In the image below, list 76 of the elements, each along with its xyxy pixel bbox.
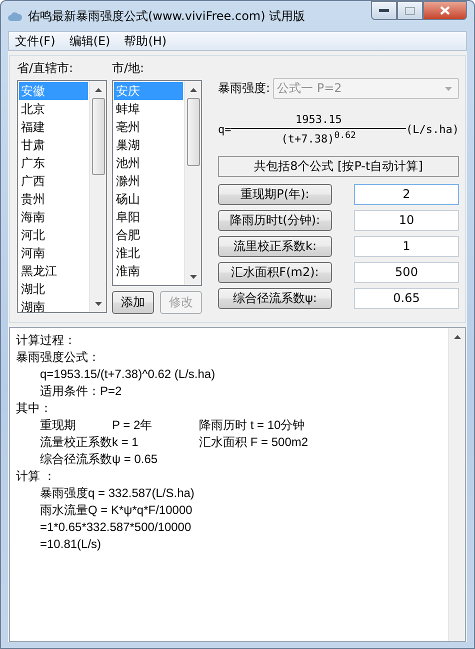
result-text: 流量校正系数k = 1 — [40, 434, 140, 451]
cloud-icon — [8, 11, 22, 21]
scrollbar[interactable] — [184, 81, 201, 285]
list-item[interactable]: 亳州 — [114, 118, 183, 136]
scroll-up-icon[interactable] — [190, 88, 196, 92]
result-text: 汇水面积 F = 500m2 — [199, 434, 310, 451]
formula-count-button[interactable]: 共包括8个公式 [按P-t自动计算] — [218, 156, 459, 177]
parameter-button[interactable]: 流里校正系数k: — [218, 236, 332, 257]
parameter-button[interactable]: 重现期P(年): — [218, 184, 332, 205]
maximize-icon — [405, 6, 415, 14]
list-item[interactable]: 广东 — [19, 154, 88, 172]
list-item[interactable]: 阜阳 — [114, 208, 183, 226]
list-item[interactable]: 河南 — [19, 244, 88, 262]
result-text: 暴雨强度q = 332.587(L/S.ha) — [40, 485, 196, 502]
list-item[interactable]: 淮北 — [114, 244, 183, 262]
scroll-up-icon[interactable] — [94, 88, 102, 92]
minimize-icon — [379, 8, 389, 12]
scroll-thumb[interactable] — [186, 98, 200, 166]
parameter-button[interactable]: 汇水面积F(m2): — [218, 262, 332, 283]
menu-item[interactable]: 编辑(E) — [69, 32, 110, 50]
list-item[interactable]: 淮南 — [114, 262, 183, 280]
minimize-button[interactable] — [371, 1, 397, 20]
scroll-up-icon[interactable] — [454, 335, 460, 339]
window-title: 佑鸣最新暴雨强度公式(www.viviFree.com) 试用版 — [28, 8, 306, 24]
section-heading: 计算过程： — [16, 332, 77, 349]
list-item[interactable]: 贵州 — [19, 190, 88, 208]
list-item[interactable]: 滁州 — [114, 172, 183, 190]
result-text: =1*0.65*332.587*500/10000 — [40, 519, 192, 536]
list-item[interactable]: 广西 — [19, 172, 88, 190]
parameter-field[interactable]: 500 — [354, 262, 459, 283]
scroll-thumb[interactable] — [92, 98, 104, 175]
list-item[interactable]: 黑龙江 — [19, 262, 88, 280]
result-text: 适用条件：P=2 — [40, 383, 123, 400]
list-item[interactable]: 海南 — [19, 208, 88, 226]
province-label: 省/直辖市: — [17, 60, 74, 76]
result-text: 雨水流量Q = K*ψ*q*F/10000 — [40, 502, 194, 519]
list-item[interactable]: 蚌埠 — [114, 100, 183, 118]
caret-icon — [445, 86, 452, 90]
maximize-button[interactable] — [397, 1, 423, 20]
formula: q= 1953.15 (t+7.38)$^{0.62}$ (L/s.ha) — [218, 113, 459, 146]
scroll-down-icon[interactable] — [94, 302, 102, 306]
result-text: q=1953.15/(t+7.38)^0.62 (L/s.ha) — [40, 366, 216, 383]
intensity-label: 暴雨强度: — [218, 80, 270, 97]
list-box[interactable]: 安庆 蚌埠 亳州 巢湖 池州 滁州 砀山 阜阳 合肥 淮北 淮南 — [112, 80, 202, 286]
section-heading: 计算 ： — [16, 468, 56, 485]
parameter-button[interactable]: 综合径流系数ψ: — [218, 288, 332, 309]
add-button[interactable]: 添加 — [112, 291, 154, 314]
result-text: =10.81(L/s) — [40, 536, 102, 553]
list-item[interactable]: 甘肃 — [19, 136, 88, 154]
result-text: 重现期 — [40, 417, 77, 434]
parameter-field[interactable]: 0.65 — [354, 288, 459, 309]
scrollbar[interactable] — [89, 81, 106, 312]
parameter-button[interactable]: 降雨历时t(分钟): — [218, 210, 332, 231]
list-item[interactable]: 河北 — [19, 226, 88, 244]
close-button[interactable] — [423, 1, 467, 20]
list-item[interactable]: 合肥 — [114, 226, 183, 244]
close-icon — [440, 6, 450, 15]
parameter-field[interactable]: 2 — [354, 184, 459, 205]
menu-item[interactable]: 帮助(H) — [124, 32, 167, 50]
result-text: P = 2年 — [112, 417, 154, 434]
list-item[interactable]: 湖北 — [19, 280, 88, 298]
scroll-down-icon[interactable] — [190, 275, 196, 279]
list-item[interactable]: 池州 — [114, 154, 183, 172]
scrollbar[interactable] — [448, 328, 465, 641]
list-item[interactable]: 福建 — [19, 118, 88, 136]
result-text: 综合径流系数ψ = 0.65 — [40, 451, 159, 468]
parameter-field[interactable]: 1 — [354, 236, 459, 257]
section-heading: 暴雨强度公式： — [16, 349, 101, 366]
parameter-field[interactable]: 10 — [354, 210, 459, 231]
menu-item[interactable]: 文件(F) — [15, 32, 56, 50]
list-item[interactable]: 砀山 — [114, 190, 183, 208]
list-item[interactable]: 巢湖 — [114, 136, 183, 154]
list-item[interactable]: 北京 — [19, 100, 88, 118]
section-heading: 其中： — [16, 400, 53, 417]
city-label: 市/地: — [112, 60, 146, 76]
result-text: 降雨历时 t = 10分钟 — [199, 417, 306, 434]
